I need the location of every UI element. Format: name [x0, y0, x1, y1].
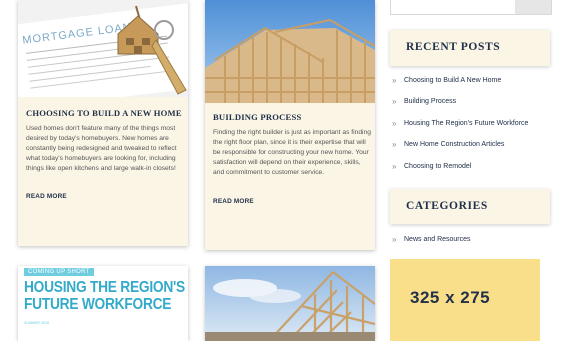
search-button[interactable] [515, 0, 551, 14]
recent-post-link[interactable]: Building Process [404, 98, 456, 105]
categories-title: CATEGORIES [406, 200, 488, 212]
post-thumbnail-mortgage[interactable]: MORTGAGE LOAN [18, 0, 188, 97]
chevron-right-icon: » [392, 235, 397, 244]
post-excerpt: Used homes don't feature many of the thi… [26, 125, 177, 172]
post-excerpt: Finding the right builder is just as imp… [213, 129, 371, 176]
post-card-building-process[interactable]: BUILDING PROCESS Finding the right build… [205, 0, 375, 250]
read-more-link[interactable]: READ MORE [26, 193, 67, 200]
promo-headline-line1: HOUSING THE REGION'S [24, 279, 185, 296]
promo-small-text: SUMMER 2018 [24, 321, 49, 325]
ad-size-label: 325 x 275 [410, 288, 491, 307]
recent-post-link[interactable]: Choosing to Build A New Home [404, 77, 501, 84]
recent-post-link[interactable]: Choosing to Remodel [404, 163, 471, 170]
chevron-right-icon: » [392, 140, 397, 150]
read-more-link[interactable]: READ MORE [213, 198, 254, 205]
post-title[interactable]: BUILDING PROCESS [213, 112, 301, 122]
post-card-build-new-home[interactable]: MORTGAGE LOAN CHOOSING TO BUILD A NEW HO… [18, 0, 188, 246]
chevron-right-icon: » [392, 97, 397, 107]
chevron-right-icon: » [392, 76, 397, 85]
recent-post-link[interactable]: New Home Construction Articles [404, 141, 504, 148]
ad-placeholder[interactable]: 325 x 275 [390, 259, 540, 341]
post-thumbnail-roof-trusses[interactable] [205, 266, 375, 341]
recent-posts-header: RECENT POSTS [390, 30, 550, 66]
chevron-right-icon: » [392, 161, 397, 171]
post-card-housing-workforce[interactable]: COMING UP SHORT HOUSING THE REGION'S FUT… [18, 266, 188, 341]
categories-header: CATEGORIES [390, 189, 550, 224]
promo-headline-line2: FUTURE WORKFORCE [24, 295, 172, 313]
category-tag: COMING UP SHORT [24, 268, 94, 276]
promo-headline[interactable]: HOUSING THE REGION'S FUTURE WORKFORCE [24, 279, 185, 313]
recent-post-link[interactable]: Housing The Region's Future Workforce [404, 120, 528, 127]
post-thumbnail-framing[interactable] [205, 0, 375, 103]
search-widget [390, 0, 552, 15]
category-link[interactable]: News and Resources [404, 236, 471, 243]
recent-posts-title: RECENT POSTS [406, 41, 501, 53]
post-card-construction-image[interactable] [205, 266, 375, 341]
chevron-right-icon: » [392, 118, 397, 128]
post-title[interactable]: CHOOSING TO BUILD A NEW HOME [26, 108, 182, 118]
